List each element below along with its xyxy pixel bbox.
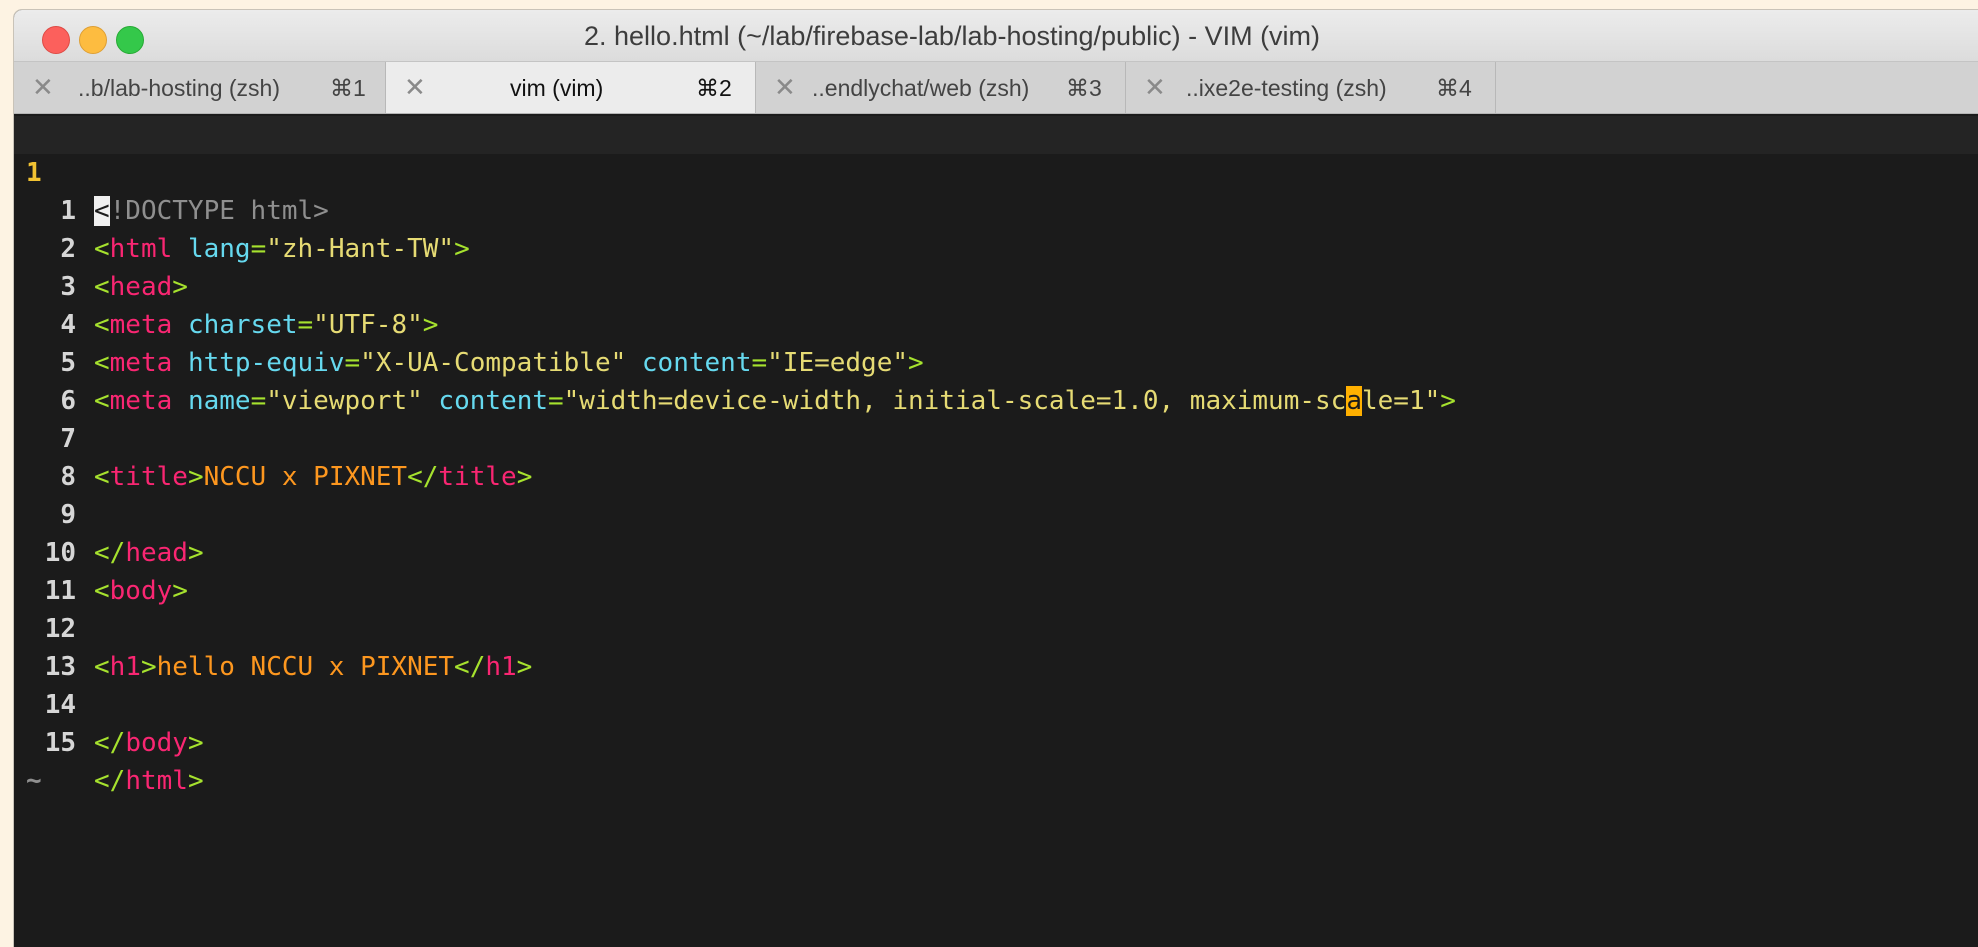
code-line[interactable]: 6: [14, 344, 1978, 416]
code-line[interactable]: 10 <body>: [14, 496, 1978, 606]
code-content: </html>: [94, 766, 204, 796]
tab-label: ..endlychat/web (zsh): [812, 75, 1030, 101]
tab-e2e-testing[interactable]: ✕ ..ixe2e-testing (zsh) ⌘4: [1126, 62, 1496, 113]
tab-label: ..b/lab-hosting (zsh): [78, 75, 280, 101]
code-line[interactable]: 3 <meta charset="UTF-8">: [14, 230, 1978, 340]
code-line[interactable]: 9 </head>: [14, 458, 1978, 568]
tab-shortcut: ⌘4: [1436, 75, 1472, 101]
tab-friendlychat-web[interactable]: ✕ ..endlychat/web (zsh) ⌘3: [756, 62, 1126, 113]
title-bar[interactable]: 2. hello.html (~/lab/firebase-lab/lab-ho…: [14, 10, 1978, 62]
minimize-window-button[interactable]: [79, 26, 107, 54]
empty-buffer-line: ~: [14, 724, 1978, 796]
tab-label: vim (vim): [510, 75, 604, 101]
code-line[interactable]: 1 <html lang="zh-Hant-TW">: [14, 154, 1978, 264]
tab-shortcut: ⌘2: [696, 75, 732, 101]
close-tab-icon[interactable]: ✕: [774, 72, 796, 103]
code-line[interactable]: 13: [14, 610, 1978, 682]
close-tab-icon[interactable]: ✕: [404, 72, 426, 103]
terminal-window: 2. hello.html (~/lab/firebase-lab/lab-ho…: [14, 10, 1978, 947]
code-line[interactable]: 7 <title>NCCU x PIXNET</title>: [14, 382, 1978, 492]
tab-bar: ✕ ..b/lab-hosting (zsh) ⌘1 ✕ vim (vim) ⌘…: [14, 62, 1978, 114]
code-line[interactable]: 14 </body>: [14, 648, 1978, 758]
tab-vim[interactable]: ✕ vim (vim) ⌘2: [386, 62, 756, 113]
code-line[interactable]: 8: [14, 420, 1978, 492]
tab-shortcut: ⌘1: [330, 75, 366, 101]
code-line[interactable]: 1 <!DOCTYPE html>: [14, 116, 1978, 226]
code-line[interactable]: 5 <meta name="viewport" content="width=d…: [14, 306, 1978, 416]
zoom-window-button[interactable]: [116, 26, 144, 54]
vim-editor[interactable]: 1 <!DOCTYPE html> 1 <html lang="zh-Hant-…: [14, 114, 1978, 947]
code-line[interactable]: 4 <meta http-equiv="X-UA-Compatible" con…: [14, 268, 1978, 378]
empty-line-marker: ~: [26, 766, 42, 796]
code-line[interactable]: 2 <head>: [14, 192, 1978, 302]
window-title: 2. hello.html (~/lab/firebase-lab/lab-ho…: [584, 21, 1321, 51]
tab-shortcut: ⌘3: [1066, 75, 1102, 101]
code-line[interactable]: 12 <h1>hello NCCU x PIXNET</h1>: [14, 572, 1978, 682]
close-tab-icon[interactable]: ✕: [1144, 72, 1166, 103]
close-window-button[interactable]: [42, 26, 70, 54]
close-tab-icon[interactable]: ✕: [32, 72, 54, 103]
tab-lab-hosting[interactable]: ✕ ..b/lab-hosting (zsh) ⌘1: [14, 62, 386, 113]
code-line[interactable]: 15 </html>: [14, 686, 1978, 796]
tab-label: ..ixe2e-testing (zsh): [1186, 75, 1387, 101]
code-line[interactable]: 11: [14, 534, 1978, 606]
